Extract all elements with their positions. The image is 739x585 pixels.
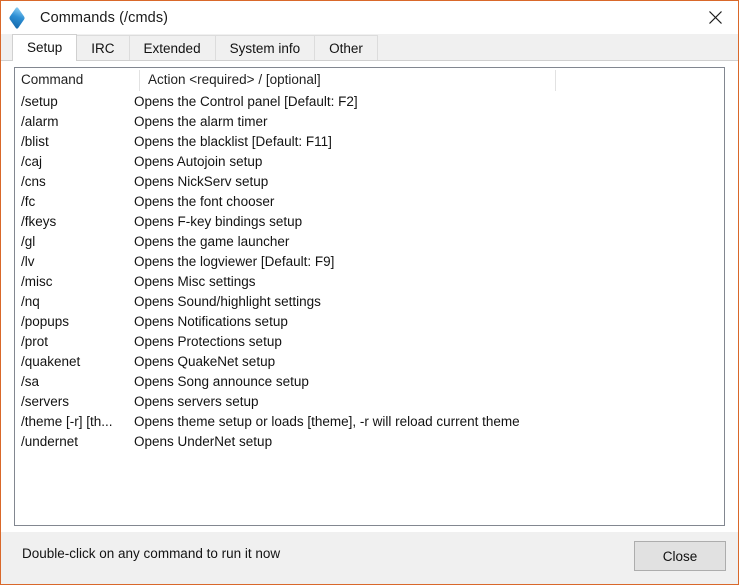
table-row[interactable]: /alarm Opens the alarm timer [15,112,724,132]
list-header-row: Command Action <required> / [optional] [15,68,724,92]
row-action: Opens Autojoin setup [134,154,263,169]
diamond-icon [8,5,31,32]
row-action: Opens the blacklist [Default: F11] [134,134,332,149]
table-row[interactable]: /cns Opens NickServ setup [15,172,724,192]
row-command: /undernet [21,434,79,449]
row-command: /quakenet [21,354,81,369]
row-command: /lv [21,254,35,269]
window-title: Commands (/cmds) [40,9,169,26]
row-action: Opens F-key bindings setup [134,214,303,229]
row-action: Opens the game launcher [134,234,290,249]
row-action: Opens the font chooser [134,194,275,209]
table-row[interactable]: /sa Opens Song announce setup [15,372,724,392]
title-bar: Commands (/cmds) [1,1,738,34]
table-row[interactable]: /setup Opens the Control panel [Default:… [15,92,724,112]
row-action: Opens servers setup [134,394,259,409]
row-action: Opens UnderNet setup [134,434,273,449]
row-action: Opens the alarm timer [134,114,268,129]
row-action: Opens Sound/highlight settings [134,294,321,309]
column-divider-2[interactable] [555,70,556,91]
row-command: /prot [21,334,49,349]
row-command: /blist [21,134,49,149]
row-command: /popups [21,314,70,329]
row-command: /sa [21,374,40,389]
column-header-extra[interactable] [564,68,724,92]
tab-irc[interactable]: IRC [76,35,130,60]
row-action: Opens theme setup or loads [theme], -r w… [134,414,520,429]
tab-setup[interactable]: Setup [12,34,78,61]
row-action: Opens Notifications setup [134,314,288,329]
row-command: /fc [21,194,36,209]
footer-hint-text: Double-click on any command to run it no… [22,546,281,561]
tab-other[interactable]: Other [314,35,378,60]
row-action: Opens Misc settings [134,274,256,289]
close-button[interactable]: Close [634,541,726,571]
table-row[interactable]: /nq Opens Sound/highlight settings [15,292,724,312]
column-divider-1[interactable] [139,70,140,91]
column-header-command[interactable]: Command [21,68,133,92]
table-row[interactable]: /prot Opens Protections setup [15,332,724,352]
table-row[interactable]: /gl Opens the game launcher [15,232,724,252]
table-row[interactable]: /lv Opens the logviewer [Default: F9] [15,252,724,272]
row-command: /caj [21,154,43,169]
table-row[interactable]: /misc Opens Misc settings [15,272,724,292]
table-row[interactable]: /servers Opens servers setup [15,392,724,412]
commands-list[interactable]: Command Action <required> / [optional] /… [14,67,725,526]
table-row[interactable]: /undernet Opens UnderNet setup [15,432,724,452]
close-icon[interactable] [692,1,738,33]
row-command: /cns [21,174,46,189]
table-row[interactable]: /fc Opens the font chooser [15,192,724,212]
row-action: Opens NickServ setup [134,174,269,189]
row-command: /theme [-r] [th... [21,414,113,429]
row-action: Opens the logviewer [Default: F9] [134,254,335,269]
table-row[interactable]: /theme [-r] [th... Opens theme setup or … [15,412,724,432]
list-body: /setup Opens the Control panel [Default:… [15,92,724,525]
table-row[interactable]: /caj Opens Autojoin setup [15,152,724,172]
row-command: /fkeys [21,214,57,229]
tab-strip: Setup IRC Extended System info Other [1,34,738,61]
row-action: Opens Song announce setup [134,374,309,389]
commands-dialog-window: Commands (/cmds) Setup IRC Extended Syst… [0,0,739,585]
table-row[interactable]: /popups Opens Notifications setup [15,312,724,332]
row-command: /setup [21,94,58,109]
row-command: /gl [21,234,36,249]
tab-system-info[interactable]: System info [214,35,316,60]
dialog-footer: Double-click on any command to run it no… [1,532,738,584]
column-header-action[interactable]: Action <required> / [optional] [148,68,548,92]
tab-extended[interactable]: Extended [128,35,216,60]
row-command: /misc [21,274,53,289]
table-row[interactable]: /fkeys Opens F-key bindings setup [15,212,724,232]
table-row[interactable]: /quakenet Opens QuakeNet setup [15,352,724,372]
row-action: Opens Protections setup [134,334,282,349]
tab-page-setup: Command Action <required> / [optional] /… [1,60,738,532]
row-action: Opens the Control panel [Default: F2] [134,94,358,109]
table-row[interactable]: /blist Opens the blacklist [Default: F11… [15,132,724,152]
row-command: /nq [21,294,40,309]
row-command: /servers [21,394,70,409]
row-command: /alarm [21,114,59,129]
row-action: Opens QuakeNet setup [134,354,276,369]
